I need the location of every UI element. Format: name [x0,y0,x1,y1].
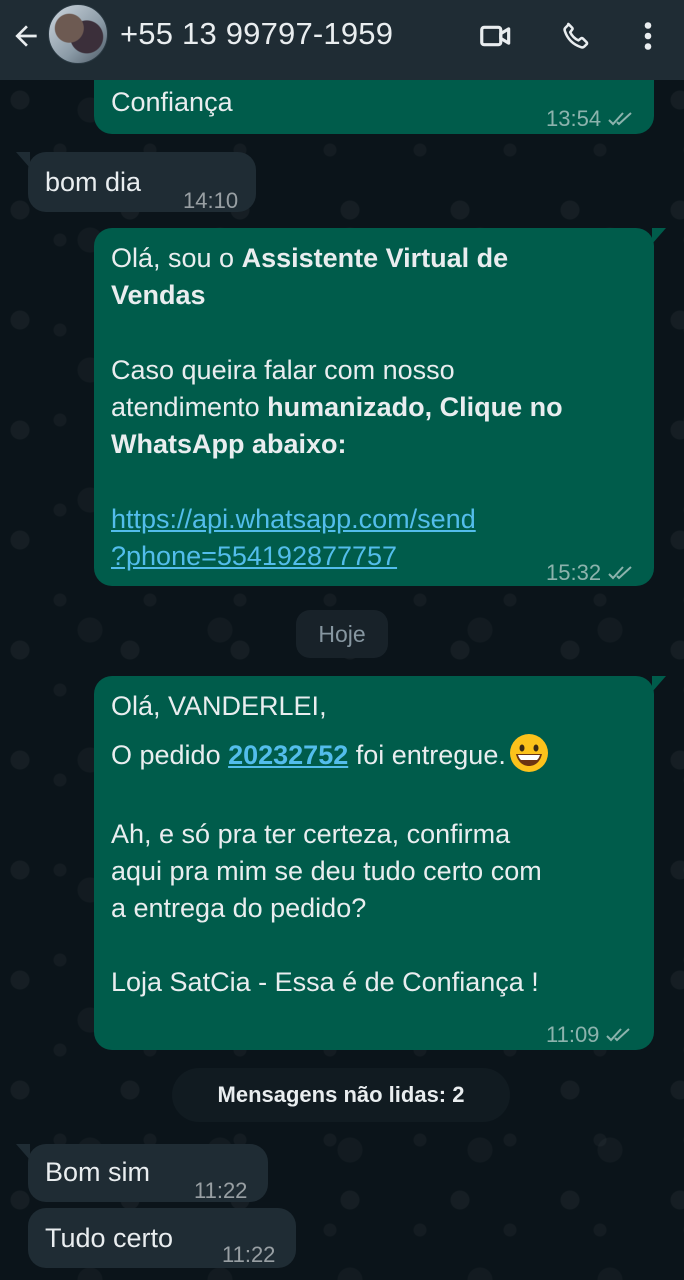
back-button[interactable] [8,18,44,54]
contact-name[interactable]: +55 13 99797-1959 [120,16,393,52]
outgoing-message[interactable]: Olá, sou o Assistente Virtual de Vendas … [94,228,666,586]
phone-icon [563,22,589,49]
double-check-icon [608,565,632,579]
message-line: O pedido 20232752 foi entregue. [111,732,550,774]
message-time: 14:10 [183,188,239,213]
message-line: Loja SatCia - Essa é de Confiança ! [111,967,539,997]
message-time: 15:32 [546,560,602,585]
video-call-button[interactable] [476,16,516,56]
incoming-message[interactable]: bom dia 14:10 [16,152,256,213]
outgoing-message[interactable]: Olá, VANDERLEI, O pedido 20232752 foi en… [94,676,666,1053]
message-line: atendimento humanizado, Clique no [111,392,563,422]
more-options-icon [644,22,652,50]
whatsapp-link[interactable]: https://api.whatsapp.com/send [111,501,476,538]
message-line: Ah, e só pra ter certeza, confirma [111,819,511,849]
voice-call-button[interactable] [556,16,596,56]
date-divider: Hoje [296,610,388,658]
message-text: Confiança [111,87,233,117]
message-line: aqui pra mim se deu tudo certo com [111,856,542,886]
double-check-icon [606,1027,631,1041]
order-number-link[interactable]: 20232752 [228,740,348,770]
message-time: 13:54 [546,106,602,131]
message-line: Vendas [111,280,206,310]
message-meta: 11:09 [546,1016,633,1053]
message-meta: 15:32 [546,554,635,591]
whatsapp-link[interactable]: ?phone=554192877757 [111,538,397,575]
contact-avatar[interactable] [48,4,108,64]
message-line: WhatsApp abaixo: [111,429,347,459]
double-check-icon [608,111,632,125]
message-text: Tudo certo [45,1223,174,1253]
more-options-button[interactable] [628,16,668,56]
message-time: 11:22 [194,1178,248,1203]
incoming-message[interactable]: Tudo certo 11:22 [28,1208,296,1268]
message-time: 11:09 [546,1022,600,1047]
message-line: Olá, VANDERLEI, [111,691,327,721]
incoming-message[interactable]: Bom sim 11:22 [16,1144,268,1203]
message-text: bom dia [45,167,142,197]
message-meta: 13:54 [546,100,635,137]
grinning-face-emoji [509,734,548,772]
message-line: a entrega do pedido? [111,893,367,923]
message-text: Bom sim [45,1157,151,1187]
message-line: Caso queira falar com nosso [111,355,455,385]
chat-header: +55 13 99797-1959 [0,0,684,80]
message-line: Olá, sou o Assistente Virtual de [111,243,509,273]
video-call-icon [480,25,511,47]
back-arrow-icon [15,25,37,47]
unread-messages-divider: Mensagens não lidas: 2 [172,1068,510,1122]
message-time: 11:22 [222,1242,276,1267]
